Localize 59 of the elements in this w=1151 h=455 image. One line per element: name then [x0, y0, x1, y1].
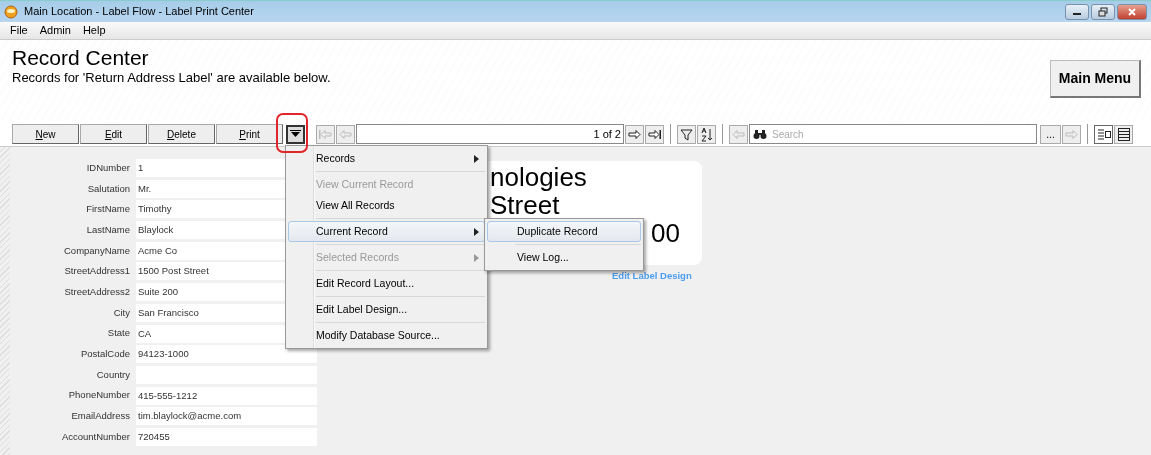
field-label: AccountNumber	[60, 429, 130, 444]
field-label: Country	[95, 367, 130, 382]
list-view-icon	[1116, 127, 1131, 141]
field-label: StreetAddress1	[63, 264, 130, 279]
page-subtitle: Records for 'Return Address Label' are available below.	[12, 70, 331, 86]
field-label: StreetAddress2	[63, 285, 130, 299]
filter-icon	[680, 127, 693, 141]
label-text: nologies	[490, 163, 587, 191]
restore-icon	[1098, 6, 1108, 17]
toolbar-button[interactable]: Edit	[80, 124, 147, 144]
menu-item[interactable]: Help	[82, 22, 106, 39]
menu-item[interactable]: Duplicate Record	[487, 221, 641, 247]
nav-button[interactable]	[645, 124, 664, 144]
field-label: IDNumber	[85, 160, 130, 175]
menu-item[interactable]: File	[10, 22, 28, 39]
submenu-arrow-icon	[474, 228, 479, 236]
close-button[interactable]	[1117, 3, 1147, 20]
field-label: LastName	[85, 222, 130, 237]
toolbar-button[interactable]	[677, 124, 696, 144]
view-button[interactable]	[1114, 124, 1133, 144]
field-label: PostalCode	[79, 347, 130, 362]
label-text: Street	[490, 191, 560, 219]
highlight-ring	[276, 113, 308, 153]
toolbar-button[interactable]	[697, 124, 716, 144]
field-label: FirstName	[85, 202, 130, 217]
caret-icon	[290, 130, 301, 138]
more-button[interactable]: ...	[1040, 124, 1061, 144]
field-label: Salutation	[86, 181, 130, 196]
minimize-button[interactable]	[1065, 3, 1089, 20]
toolbar-button[interactable]: Delete	[148, 124, 215, 144]
restore-button[interactable]	[1091, 3, 1115, 20]
field-label: State	[106, 326, 130, 341]
field-input[interactable]: 94123-1000	[136, 345, 317, 364]
field-label: EmailAddress	[70, 409, 130, 424]
window-title: Main Location - Label Flow - Label Print Center	[24, 4, 254, 20]
dropdown-button[interactable]	[286, 124, 305, 144]
field-label: CompanyName	[63, 243, 130, 258]
toolbar-button[interactable]: New	[12, 124, 79, 144]
menu-item[interactable]: Admin	[39, 22, 71, 39]
record-position-field[interactable]: 1 of 2	[356, 124, 624, 144]
main-menu-button[interactable]: Main Menu	[1050, 60, 1141, 98]
menu-item[interactable]: View Log...	[487, 247, 641, 268]
field-input[interactable]: 720455	[136, 427, 317, 446]
field-input[interactable]: 415-555-1212	[136, 386, 317, 405]
page-title: Record Center	[12, 46, 150, 70]
close-icon	[1127, 6, 1137, 17]
field-label: PhoneNumber	[67, 388, 130, 403]
sort-icon	[700, 126, 713, 142]
field-input[interactable]: tim.blaylock@acme.com	[136, 407, 317, 426]
form-view-icon	[1096, 128, 1111, 140]
submenu-arrow-icon	[474, 254, 479, 262]
toolbar-button[interactable]: Print	[216, 124, 283, 144]
binoculars-icon	[753, 129, 767, 140]
submenu-arrow-icon	[474, 155, 479, 163]
search-field[interactable]: Search	[749, 124, 1037, 144]
field-label: City	[112, 305, 130, 320]
view-button[interactable]	[1094, 124, 1113, 144]
label-text: 00	[651, 219, 680, 247]
app-icon	[4, 4, 18, 19]
